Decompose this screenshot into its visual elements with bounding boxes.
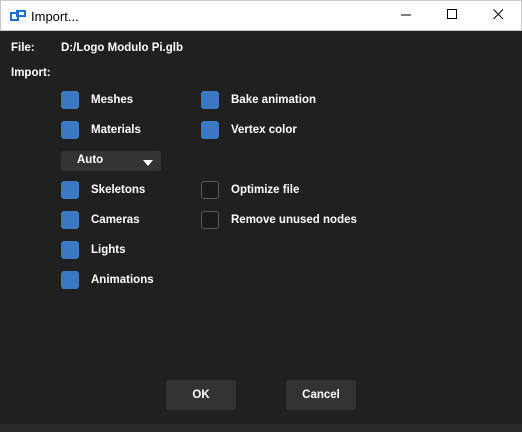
title-bar: Import... (0, 0, 522, 31)
animations-checkbox[interactable] (61, 271, 79, 289)
app-import-icon (10, 10, 26, 22)
cancel-button[interactable]: Cancel (286, 380, 356, 410)
ok-button[interactable]: OK (166, 380, 236, 410)
bake-animation-checkbox[interactable] (201, 91, 219, 109)
animations-label: Animations (91, 274, 154, 286)
materials-label: Materials (91, 124, 141, 136)
lights-label: Lights (91, 244, 126, 256)
skeletons-checkbox[interactable] (61, 181, 79, 199)
vertex-color-checkbox[interactable] (201, 121, 219, 139)
caret-down-icon (143, 155, 153, 169)
bake-animation-label: Bake animation (231, 94, 316, 106)
cancel-button-label: Cancel (302, 389, 340, 401)
remove-unused-nodes-label: Remove unused nodes (231, 214, 357, 226)
cameras-label: Cameras (91, 214, 140, 226)
file-path: D:/Logo Modulo Pi.glb (61, 42, 183, 54)
materials-mode-value: Auto (77, 154, 104, 166)
background-window-strip (0, 424, 522, 432)
maximize-button[interactable] (429, 1, 475, 30)
minimize-icon (400, 9, 412, 23)
meshes-checkbox[interactable] (61, 91, 79, 109)
import-label: Import: (11, 67, 51, 79)
remove-unused-nodes-checkbox[interactable] (201, 211, 219, 229)
meshes-label: Meshes (91, 94, 134, 106)
dialog-content: File: D:/Logo Modulo Pi.glb Import: Mesh… (0, 31, 522, 432)
file-label: File: (11, 42, 35, 54)
optimize-file-label: Optimize file (231, 184, 300, 196)
cameras-checkbox[interactable] (61, 211, 79, 229)
vertex-color-label: Vertex color (231, 124, 297, 136)
close-button[interactable] (475, 1, 521, 30)
materials-checkbox[interactable] (61, 121, 79, 139)
optimize-file-checkbox[interactable] (201, 181, 219, 199)
minimize-button[interactable] (383, 1, 429, 30)
skeletons-label: Skeletons (91, 184, 146, 196)
window-title: Import... (31, 9, 79, 24)
ok-button-label: OK (192, 389, 210, 401)
close-icon (492, 8, 504, 23)
maximize-icon (446, 8, 458, 23)
lights-checkbox[interactable] (61, 241, 79, 259)
materials-mode-dropdown[interactable]: Auto (61, 151, 161, 171)
